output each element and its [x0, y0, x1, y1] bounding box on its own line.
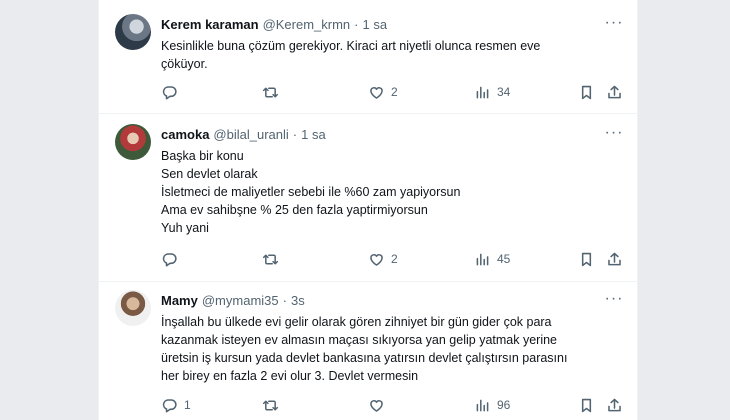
tweet-text: Kesinlikle buna çözüm gerekiyor. Kiraci … — [161, 37, 621, 73]
views-button[interactable]: 34 — [474, 82, 510, 102]
tweet[interactable]: Mamy @mymami35 · 3s ··· İnşallah bu ülke… — [99, 282, 639, 420]
retweet-button[interactable] — [262, 249, 285, 269]
like-button[interactable]: 2 — [368, 249, 398, 269]
tweet-text: İnşallah bu ülkede evi gelir olarak göre… — [161, 313, 621, 385]
tweet-text-line: Kesinlikle buna çözüm gerekiyor. Kiraci … — [161, 39, 541, 53]
like-count: 2 — [391, 252, 398, 266]
tweet[interactable]: Kerem karaman @Kerem_krmn · 1 sa ··· Kes… — [99, 0, 639, 114]
tweet-text-line: İnşallah bu ülkede evi gelir olarak göre… — [161, 315, 552, 329]
author-handle[interactable]: @bilal_uranli — [213, 127, 288, 142]
bookmark-icon — [581, 85, 592, 99]
tweet-text: Başka bir konu Sen devlet olarak İsletme… — [161, 147, 621, 237]
views-chart-icon — [476, 86, 489, 98]
share-button[interactable] — [606, 249, 623, 269]
reply-icon — [162, 398, 177, 412]
separator-dot: · — [292, 126, 298, 142]
share-button[interactable] — [606, 82, 623, 102]
reply-button[interactable]: 1 — [161, 395, 191, 415]
tweet-header: camoka @bilal_uranli · 1 sa — [161, 125, 326, 143]
tweet-text-line: çöküyor. — [161, 57, 208, 71]
more-options-icon[interactable]: ··· — [605, 124, 623, 142]
more-options-icon[interactable]: ··· — [605, 290, 623, 308]
author-name[interactable]: camoka — [161, 127, 209, 142]
author-handle[interactable]: @mymami35 — [202, 293, 279, 308]
tweet-text-line: İsletmeci de maliyetler sebebi ile %60 z… — [161, 185, 461, 199]
tweet-text-line: kazanmak isteyen ev almasın maçası sıkıy… — [161, 333, 558, 347]
heart-icon — [370, 399, 383, 412]
avatar[interactable] — [115, 124, 151, 160]
tweet-text-line: Başka bir konu — [161, 149, 244, 163]
reply-button[interactable] — [161, 249, 184, 269]
tweet-text-line: Sen devlet olarak — [161, 167, 258, 181]
tweet-header: Mamy @mymami35 · 3s — [161, 291, 305, 309]
bookmark-button[interactable] — [578, 249, 595, 269]
like-button[interactable]: 2 — [368, 82, 398, 102]
author-name[interactable]: Mamy — [161, 293, 198, 308]
tweet-feed: Kerem karaman @Kerem_krmn · 1 sa ··· Kes… — [98, 0, 639, 420]
retweet-icon — [262, 253, 279, 265]
retweet-button[interactable] — [262, 395, 285, 415]
views-button[interactable]: 45 — [474, 249, 510, 269]
views-count: 34 — [497, 85, 511, 99]
retweet-icon — [262, 399, 279, 411]
more-options-icon[interactable]: ··· — [605, 14, 623, 32]
tweet-text-line: Ama ev sahibşne % 25 den fazla yaptirmiy… — [161, 203, 428, 217]
bookmark-icon — [581, 398, 592, 412]
bookmark-button[interactable] — [578, 82, 595, 102]
timestamp[interactable]: 1 sa — [363, 17, 388, 32]
avatar[interactable] — [115, 14, 151, 50]
like-button[interactable] — [368, 395, 391, 415]
author-handle[interactable]: @Kerem_krmn — [263, 17, 351, 32]
reply-icon — [162, 252, 177, 266]
heart-icon — [370, 253, 383, 266]
tweet[interactable]: camoka @bilal_uranli · 1 sa ··· Başka bi… — [99, 114, 639, 282]
tweet-text-line: her birey en fazla 2 evi olur 3. Devlet … — [161, 369, 419, 383]
author-name[interactable]: Kerem karaman — [161, 17, 259, 32]
views-count: 96 — [497, 398, 511, 412]
views-count: 45 — [497, 252, 511, 266]
like-count: 2 — [391, 85, 398, 99]
share-icon — [608, 252, 621, 265]
tweet-actions: 2 34 — [161, 82, 631, 102]
share-icon — [608, 398, 621, 411]
heart-icon — [370, 86, 383, 99]
reply-icon — [162, 85, 177, 99]
bookmark-icon — [581, 252, 592, 266]
share-icon — [608, 85, 621, 98]
reply-count: 1 — [184, 398, 191, 412]
retweet-button[interactable] — [262, 82, 285, 102]
views-button[interactable]: 96 — [474, 395, 510, 415]
share-button[interactable] — [606, 395, 623, 415]
reply-button[interactable] — [161, 82, 184, 102]
tweet-header: Kerem karaman @Kerem_krmn · 1 sa — [161, 15, 387, 33]
separator-dot: · — [282, 292, 287, 308]
timestamp[interactable]: 1 sa — [301, 127, 326, 142]
bookmark-button[interactable] — [578, 395, 595, 415]
views-chart-icon — [476, 399, 489, 411]
avatar[interactable] — [115, 290, 151, 326]
timestamp[interactable]: 3s — [291, 293, 305, 308]
views-chart-icon — [476, 253, 489, 265]
retweet-icon — [262, 86, 279, 98]
tweet-actions: 2 45 — [161, 249, 631, 269]
tweet-actions: 1 96 — [161, 395, 631, 415]
separator-dot: · — [354, 16, 359, 32]
tweet-text-line: Yuh yani — [161, 221, 209, 235]
tweet-text-line: üretsin iş kursun yada devlet bankasına … — [161, 351, 568, 365]
